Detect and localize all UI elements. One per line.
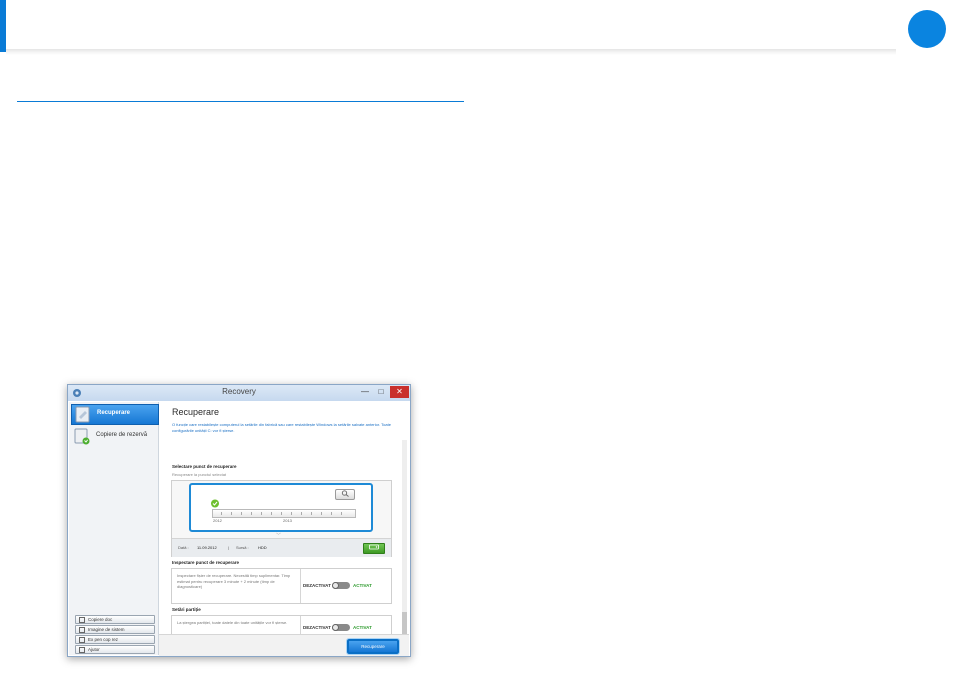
- image-icon: [79, 627, 85, 633]
- close-button[interactable]: ✕: [390, 386, 409, 398]
- restore-point-button[interactable]: [363, 543, 385, 554]
- scrollbar-track[interactable]: [402, 440, 407, 634]
- section-underline: [17, 101, 464, 102]
- partition-description: La ștergea partiției, toate datele din t…: [177, 620, 288, 625]
- inspect-toggle[interactable]: DEZACTIVAT ACTIVAT: [303, 581, 389, 591]
- info-separator: |: [228, 545, 230, 550]
- sidebar: Recuperare Copiere de rezervă Copiere do…: [69, 402, 159, 655]
- export-backup-button[interactable]: Ex pen cop rez: [75, 635, 155, 644]
- page-accent-bar: [0, 0, 6, 52]
- timeline-tick: [281, 512, 282, 515]
- button-label: Imagine de sistem: [88, 627, 125, 632]
- timeline-tick: [311, 512, 312, 515]
- minimize-button[interactable]: —: [358, 386, 372, 398]
- timeline-tick: [221, 512, 222, 515]
- source-label: Sursă :: [236, 545, 249, 550]
- help-button[interactable]: Ajutor: [75, 645, 155, 654]
- toggle-knob: [332, 582, 339, 589]
- drive-icon: [369, 544, 379, 550]
- toggle-off-label: DEZACTIVAT: [303, 583, 331, 588]
- zoom-icon: [341, 490, 349, 497]
- zoom-button[interactable]: [335, 489, 355, 500]
- date-label: Dată :: [178, 545, 189, 550]
- year-label: 2012: [213, 518, 222, 523]
- inspect-point-heading: Inspectare punct de recuperare: [172, 560, 240, 565]
- timeline-tick: [251, 512, 252, 515]
- recovery-point-panel: 2012 2013 ﹀ Dată : 11.09.2012 | Sursă : …: [171, 480, 392, 557]
- timeline-tick: [261, 512, 262, 515]
- timeline-tick: [291, 512, 292, 515]
- toggle-on-label: ACTIVAT: [353, 625, 372, 630]
- document-icon: [79, 617, 85, 623]
- copy-doc-button[interactable]: Copiere doc: [75, 615, 155, 624]
- timeline-tick: [321, 512, 322, 515]
- scrollbar-thumb[interactable]: [402, 612, 407, 634]
- system-image-button[interactable]: Imagine de sistem: [75, 625, 155, 634]
- timeline-tick: [241, 512, 242, 515]
- option-divider: [300, 569, 301, 603]
- sidebar-item-copiere[interactable]: Copiere de rezervă: [71, 427, 157, 446]
- recovery-point-info-bar: Dată : 11.09.2012 | Sursă : HDD: [172, 538, 391, 557]
- recovery-point-marker-icon[interactable]: [210, 499, 220, 509]
- timeline-tick: [341, 512, 342, 515]
- drive-restore-icon: [75, 406, 90, 423]
- timeline-tick: [331, 512, 332, 515]
- year-label: 2013: [283, 518, 292, 523]
- main-panel: Recuperare O funcție care restabilește c…: [159, 402, 409, 656]
- partition-settings-heading: Setări partiție: [172, 607, 201, 612]
- button-label: Copiere doc: [88, 617, 113, 622]
- date-value: 11.09.2012: [197, 545, 217, 550]
- partition-toggle-switch[interactable]: [332, 624, 350, 631]
- page-title: Recuperare: [172, 407, 220, 417]
- button-label: Ajutor: [88, 647, 100, 652]
- sidebar-item-label: Copiere de rezervă: [96, 432, 148, 438]
- page-header-divider: [6, 49, 896, 55]
- help-icon: [79, 647, 85, 653]
- button-label: Ex pen cop rez: [88, 637, 119, 642]
- sidebar-item-recuperare[interactable]: Recuperare: [71, 404, 159, 425]
- source-value: HDD: [258, 545, 267, 550]
- drive-backup-icon: [74, 428, 90, 445]
- maximize-button[interactable]: □: [374, 386, 388, 398]
- page-description: O funcție care restabilește computerul l…: [172, 422, 391, 433]
- toggle-off-label: DEZACTIVAT: [303, 625, 331, 630]
- inspect-option-panel: Inspectare fișier de recuperare. Necesit…: [171, 568, 392, 604]
- inspect-description: Inspectare fișier de recuperare. Necesit…: [177, 573, 291, 589]
- timeline-tick: [271, 512, 272, 515]
- partition-toggle[interactable]: DEZACTIVAT ACTIVAT: [303, 623, 389, 633]
- sidebar-item-label: Recuperare: [97, 410, 131, 416]
- timeline-tick: [231, 512, 232, 515]
- export-icon: [79, 637, 85, 643]
- select-point-heading: Selectare punct de recuperare: [172, 464, 237, 469]
- toggle-knob: [332, 624, 339, 631]
- recovery-window: Recovery — □ ✕ Recuperare Copiere de rez…: [67, 384, 411, 657]
- timeline-highlight: 2012 2013: [189, 483, 373, 532]
- recover-button[interactable]: Recuperare: [346, 638, 400, 655]
- timeline-tick: [301, 512, 302, 515]
- timeline-slider[interactable]: [212, 509, 356, 518]
- title-bar[interactable]: Recovery — □ ✕: [68, 385, 410, 401]
- toggle-on-label: ACTIVAT: [353, 583, 372, 588]
- action-bar: Recuperare: [159, 634, 409, 656]
- page-marker-circle: [908, 10, 946, 48]
- select-point-subheading: Recuperare la punctul selectat: [172, 472, 227, 477]
- inspect-toggle-switch[interactable]: [332, 582, 350, 589]
